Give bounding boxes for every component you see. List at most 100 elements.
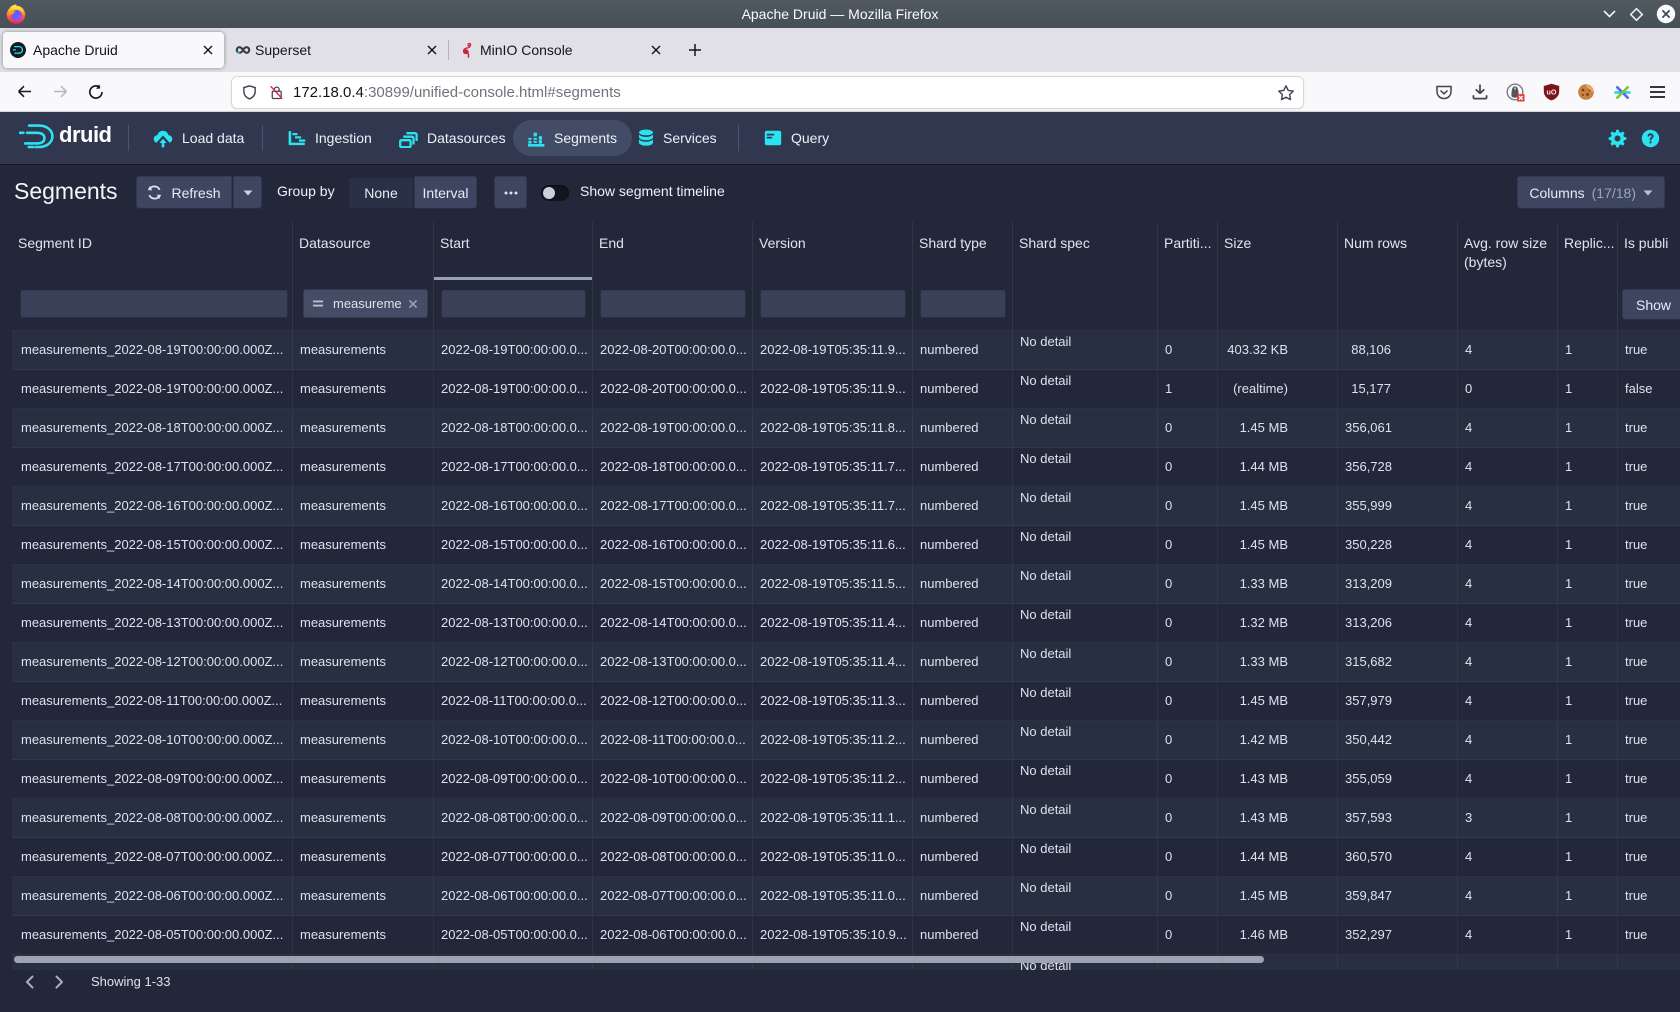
pagination-footer: Showing 1-33: [0, 970, 1680, 1012]
refresh-button[interactable]: Refresh: [136, 176, 232, 209]
column-filter-input[interactable]: [20, 289, 288, 318]
table-cell: 1: [1558, 682, 1618, 720]
download-icon[interactable]: [1471, 83, 1489, 101]
tab-superset[interactable]: Superset: [224, 32, 448, 68]
next-page-button[interactable]: [44, 970, 74, 994]
maximize-icon[interactable]: [1629, 7, 1644, 22]
url-bar[interactable]: 172.18.0.4:30899/unified-console.html#se…: [231, 76, 1304, 109]
nav-item-ingestion[interactable]: Ingestion: [273, 120, 387, 156]
account-containers-icon[interactable]: [1506, 83, 1525, 102]
table-row[interactable]: measurements_2022-08-12T00:00:00.000Z...…: [12, 643, 1680, 682]
url-text[interactable]: 172.18.0.4:30899/unified-console.html#se…: [293, 84, 621, 101]
refresh-dropdown-button[interactable]: [233, 176, 262, 209]
column-filter-input[interactable]: [920, 289, 1006, 318]
table-row[interactable]: measurements_2022-08-05T00:00:00.000Z...…: [12, 916, 1680, 955]
table-cell: true: [1618, 799, 1680, 837]
tab-apache-druid[interactable]: Apache Druid: [3, 32, 224, 68]
table-row[interactable]: measurements_2022-08-16T00:00:00.000Z...…: [12, 487, 1680, 526]
column-header[interactable]: Num rows: [1338, 222, 1458, 280]
group-by-interval-button[interactable]: Interval: [414, 176, 477, 209]
ublock-icon[interactable]: uO: [1543, 83, 1560, 101]
table-row[interactable]: measurements_2022-08-08T00:00:00.000Z...…: [12, 799, 1680, 838]
tracking-shield-icon[interactable]: [242, 84, 257, 101]
column-filter-input[interactable]: [760, 289, 906, 318]
more-options-button[interactable]: [494, 176, 527, 209]
tab-close-icon[interactable]: [644, 38, 668, 62]
cookie-icon[interactable]: [1577, 83, 1595, 101]
close-icon[interactable]: [1656, 4, 1676, 24]
table-cell: 2022-08-18T00:00:00.0...: [593, 448, 753, 486]
reload-button[interactable]: [81, 77, 111, 107]
table-row[interactable]: measurements_2022-08-06T00:00:00.000Z...…: [12, 877, 1680, 916]
new-tab-button[interactable]: [680, 35, 710, 65]
tab-close-icon[interactable]: [420, 38, 444, 62]
segment-timeline-toggle[interactable]: [541, 185, 569, 201]
window-menu-icon[interactable]: [1602, 9, 1617, 19]
show-filter-button[interactable]: Show: [1622, 289, 1680, 320]
table-cell: 2022-08-18T00:00:00.0...: [434, 409, 593, 447]
column-header[interactable]: Is publi: [1618, 222, 1680, 280]
bookmark-star-icon[interactable]: [1277, 84, 1295, 102]
segments-table: Segment IDDatasourceStartEndVersionShard…: [0, 222, 1680, 970]
table-row[interactable]: measurements_2022-08-10T00:00:00.000Z...…: [12, 721, 1680, 760]
insecure-lock-icon[interactable]: [268, 84, 285, 101]
nav-item-load-data[interactable]: Load data: [138, 120, 259, 156]
table-cell: measurements: [293, 877, 434, 915]
tab-label: MinIO Console: [480, 42, 573, 58]
help-icon[interactable]: [1641, 129, 1660, 148]
table-cell: measurements_2022-08-18T00:00:00.000Z...: [12, 409, 293, 447]
sparkle-icon[interactable]: [1613, 83, 1632, 102]
column-filter-input[interactable]: [441, 289, 586, 318]
table-row[interactable]: measurements_2022-08-09T00:00:00.000Z...…: [12, 760, 1680, 799]
table-row[interactable]: measurements_2022-08-11T00:00:00.000Z...…: [12, 682, 1680, 721]
table-row[interactable]: measurements_2022-08-17T00:00:00.000Z...…: [12, 448, 1680, 487]
column-header[interactable]: Segment ID: [12, 222, 293, 280]
columns-button[interactable]: Columns (17/18): [1517, 176, 1665, 209]
nav-item-segments[interactable]: Segments: [513, 120, 632, 156]
table-cell: measurements: [293, 409, 434, 447]
column-header[interactable]: Avg. row size (bytes): [1458, 222, 1558, 280]
nav-item-datasources[interactable]: Datasources: [383, 120, 521, 156]
table-cell: 2022-08-07T00:00:00.0...: [593, 877, 753, 915]
horizontal-scrollbar[interactable]: [14, 956, 1264, 963]
column-header[interactable]: Replic...: [1558, 222, 1618, 280]
table-row[interactable]: measurements_2022-08-18T00:00:00.000Z...…: [12, 409, 1680, 448]
column-header[interactable]: Size: [1218, 222, 1338, 280]
table-row[interactable]: measurements_2022-08-14T00:00:00.000Z...…: [12, 565, 1680, 604]
nav-item-query[interactable]: Query: [749, 120, 844, 156]
page-title: Segments: [14, 178, 118, 205]
table-row[interactable]: measurements_2022-08-19T00:00:00.000Z...…: [12, 331, 1680, 370]
table-cell: 2022-08-08T00:00:00.0...: [434, 799, 593, 837]
column-header[interactable]: Shard spec: [1013, 222, 1158, 280]
settings-gear-icon[interactable]: [1608, 129, 1627, 148]
tag-remove-icon[interactable]: [407, 298, 419, 310]
column-header[interactable]: Partiti...: [1158, 222, 1218, 280]
column-header[interactable]: Shard type: [913, 222, 1013, 280]
table-cell: 1: [1558, 604, 1618, 642]
pocket-icon[interactable]: [1435, 83, 1453, 101]
table-row[interactable]: measurements_2022-08-19T00:00:00.000Z...…: [12, 370, 1680, 409]
nav-item-services[interactable]: Services: [623, 120, 732, 156]
table-cell: 4: [1458, 838, 1558, 876]
tab-close-icon[interactable]: [196, 38, 220, 62]
column-header[interactable]: Version: [753, 222, 913, 280]
menu-icon[interactable]: [1649, 85, 1666, 99]
forward-button[interactable]: [45, 77, 75, 107]
back-button[interactable]: [9, 77, 39, 107]
column-header[interactable]: Datasource: [293, 222, 434, 280]
druid-brand[interactable]: druid: [19, 124, 112, 150]
tab-minio-console[interactable]: MinIO Console: [449, 32, 672, 68]
group-by-none-button[interactable]: None: [348, 176, 414, 209]
table-cell: No detail: [1013, 331, 1158, 369]
table-row[interactable]: measurements_2022-08-15T00:00:00.000Z...…: [12, 526, 1680, 565]
table-row[interactable]: measurements_2022-08-07T00:00:00.000Z...…: [12, 838, 1680, 877]
svg-text:uO: uO: [1546, 87, 1556, 96]
table-cell: 2022-08-19T05:35:11.8...: [753, 409, 913, 447]
table-row[interactable]: measurements_2022-08-13T00:00:00.000Z...…: [12, 604, 1680, 643]
prev-page-button[interactable]: [14, 970, 44, 994]
table-cell: measurements: [293, 526, 434, 564]
datasource-filter-tag[interactable]: measurements: [303, 289, 428, 318]
column-header[interactable]: End: [593, 222, 753, 280]
column-filter-input[interactable]: [600, 289, 746, 318]
column-header[interactable]: Start: [434, 222, 593, 280]
